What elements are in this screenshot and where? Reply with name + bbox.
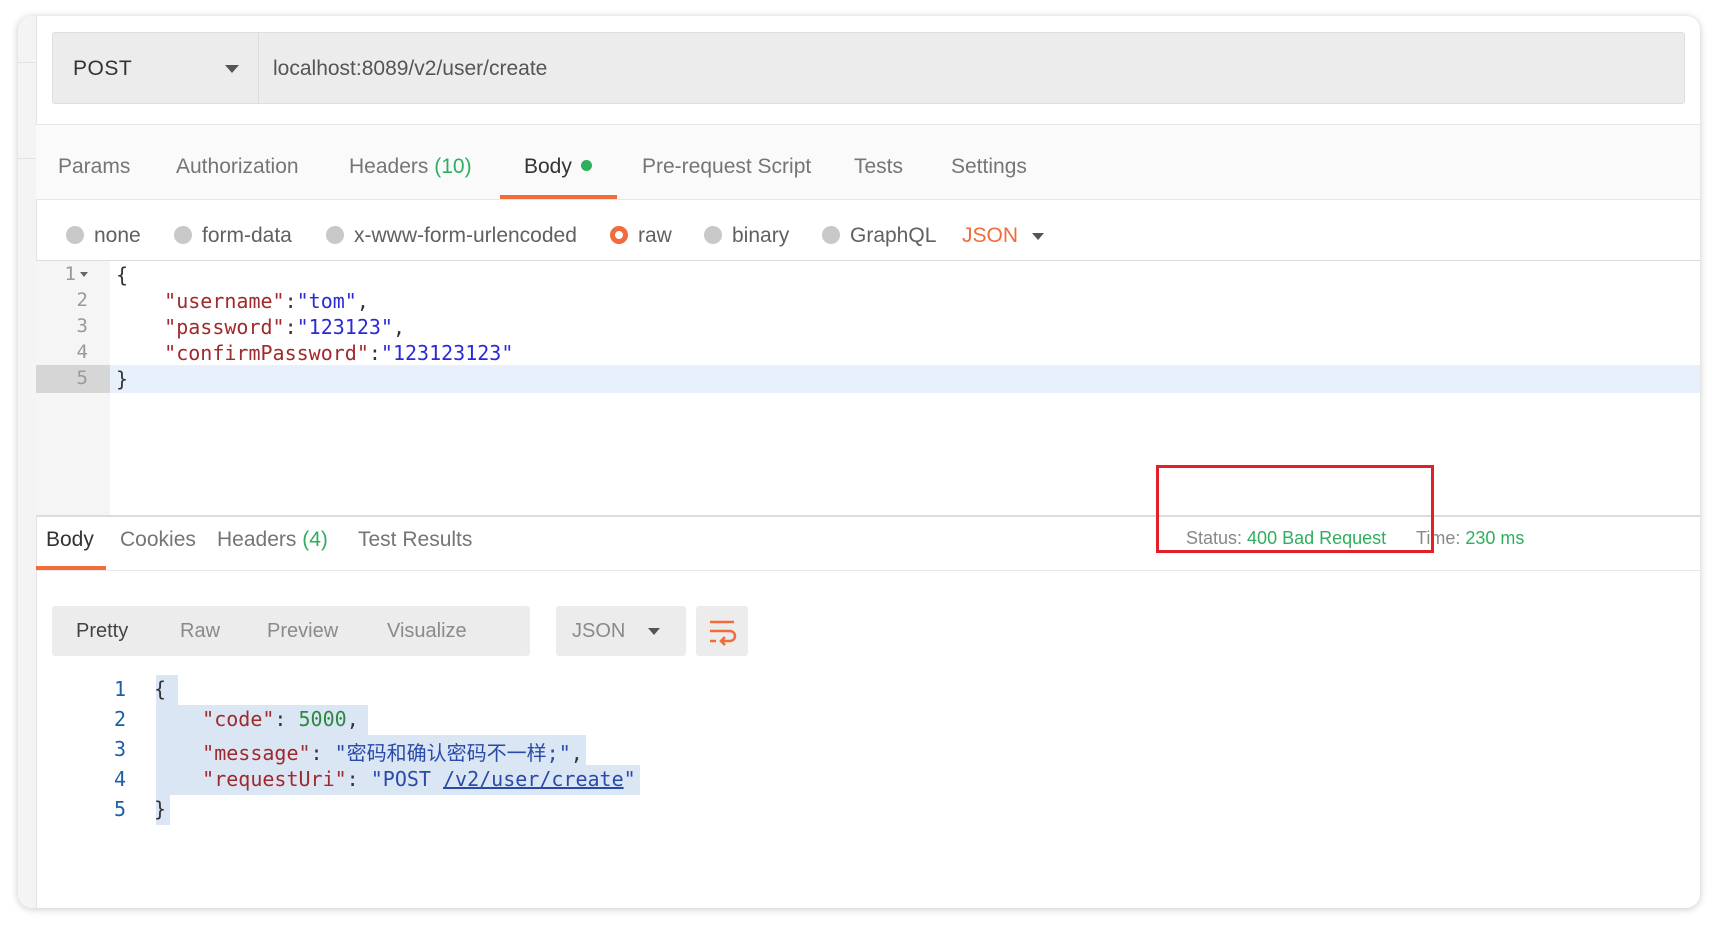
response-line: 4 "requestUri": "POST /v2/user/create"	[36, 765, 736, 795]
request-panel: POST Params Authorization Headers (10) B…	[36, 16, 1700, 908]
tab-body-label: Body	[524, 155, 572, 178]
tab-response-headers[interactable]: Headers (4)	[217, 528, 328, 552]
tab-test-results[interactable]: Test Results	[358, 528, 472, 552]
method-select[interactable]: POST	[53, 33, 259, 103]
tab-response-headers-count: (4)	[302, 528, 328, 551]
tab-body[interactable]: Body	[524, 155, 592, 179]
tab-response-body[interactable]: Body	[46, 528, 94, 552]
left-sidebar-strip	[18, 16, 37, 908]
body-format-select[interactable]: JSON	[962, 224, 1018, 248]
radio-circle-selected	[610, 226, 628, 244]
tab-headers-label: Headers	[349, 155, 429, 178]
url-input[interactable]	[273, 55, 1653, 83]
line-number: 2	[76, 289, 88, 311]
url-bar: POST	[52, 32, 1685, 104]
view-raw-button[interactable]: Raw	[180, 620, 220, 643]
code-line: 2 "username":"tom",	[36, 287, 1700, 315]
radio-label: binary	[732, 224, 790, 247]
request-tabs: Params Authorization Headers (10) Body P…	[36, 124, 1700, 200]
radio-none[interactable]: none	[66, 224, 141, 248]
view-pretty-button[interactable]: Pretty	[76, 620, 128, 643]
radio-graphql[interactable]: GraphQL	[822, 224, 936, 248]
response-tabs: Body Cookies Headers (4) Test Results St…	[36, 516, 1700, 571]
radio-circle	[326, 226, 344, 244]
tab-headers-count: (10)	[434, 155, 472, 178]
app-window: POST Params Authorization Headers (10) B…	[18, 16, 1700, 908]
code-text: "confirmPassword":"123123123"	[164, 341, 514, 365]
response-view-modes: Pretty Raw Preview Visualize	[52, 606, 530, 656]
response-format-label: JSON	[572, 620, 626, 642]
response-line: 3 "message": "密码和确认密码不一样;",	[36, 735, 736, 765]
code-text: "message": "密码和确认密码不一样;",	[202, 741, 583, 765]
radio-binary[interactable]: binary	[704, 224, 789, 248]
code-text: "requestUri": "POST /v2/user/create"	[202, 767, 636, 791]
response-line: 2 "code": 5000,	[36, 705, 736, 735]
view-preview-button[interactable]: Preview	[267, 620, 338, 643]
line-number: 3	[113, 737, 126, 761]
code-text: }	[154, 797, 167, 821]
code-text: {	[154, 677, 167, 701]
code-line: 1 {	[36, 261, 1700, 289]
chevron-down-icon	[648, 628, 660, 635]
radio-label: GraphQL	[850, 224, 937, 247]
active-response-tab-underline	[36, 566, 106, 570]
wrap-lines-button[interactable]	[696, 606, 748, 656]
radio-circle	[704, 226, 722, 244]
code-line: 4 "confirmPassword":"123123123"	[36, 339, 1700, 367]
tab-authorization[interactable]: Authorization	[176, 155, 299, 179]
radio-form-data[interactable]: form-data	[174, 224, 292, 248]
code-text: }	[116, 367, 129, 391]
line-number: 5	[76, 367, 88, 389]
active-tab-underline	[500, 195, 617, 199]
chevron-down-icon[interactable]	[1032, 233, 1044, 240]
line-number: 2	[113, 707, 126, 731]
code-text: "code": 5000,	[202, 707, 359, 731]
wrap-lines-icon	[710, 620, 737, 646]
body-modified-dot	[580, 160, 592, 171]
line-number: 5	[113, 797, 126, 821]
chevron-down-icon	[225, 65, 239, 73]
tab-pre-request-script[interactable]: Pre-request Script	[642, 155, 811, 179]
tab-cookies[interactable]: Cookies	[120, 528, 196, 552]
tab-headers[interactable]: Headers (10)	[349, 155, 472, 179]
radio-label: form-data	[202, 224, 292, 247]
radio-label: raw	[638, 224, 672, 247]
view-visualize-button[interactable]: Visualize	[387, 620, 467, 643]
line-number: 4	[113, 767, 126, 791]
code-line-current: 5 }	[36, 365, 1700, 393]
tab-tests[interactable]: Tests	[854, 155, 903, 179]
response-line: 5 }	[36, 795, 736, 825]
line-number: 1	[36, 263, 88, 285]
line-number: 4	[76, 341, 88, 363]
code-text: {	[116, 263, 129, 287]
response-line: 1 {	[36, 675, 736, 705]
highlight-annotation-box	[1156, 465, 1434, 553]
line-number: 1	[113, 677, 126, 701]
tab-settings[interactable]: Settings	[951, 155, 1027, 179]
request-body-editor[interactable]: 1 { 2 "username":"tom", 3 "password":"12…	[36, 260, 1700, 517]
radio-label: x-www-form-urlencoded	[354, 224, 577, 247]
code-text: "password":"123123",	[164, 315, 406, 339]
response-format-select[interactable]: JSON	[556, 606, 686, 656]
request-uri-link[interactable]: /v2/user/create	[443, 767, 624, 791]
time-value[interactable]: 230 ms	[1465, 528, 1524, 548]
radio-circle	[66, 226, 84, 244]
tab-params[interactable]: Params	[58, 155, 130, 179]
fold-arrow-icon[interactable]	[80, 272, 88, 277]
code-line: 3 "password":"123123",	[36, 313, 1700, 341]
line-number: 3	[76, 315, 88, 337]
radio-x-www-form-urlencoded[interactable]: x-www-form-urlencoded	[326, 224, 577, 248]
radio-circle	[174, 226, 192, 244]
tab-response-headers-label: Headers	[217, 528, 297, 551]
radio-label: none	[94, 224, 141, 247]
body-type-row: none form-data x-www-form-urlencoded raw…	[36, 200, 1700, 262]
radio-raw[interactable]: raw	[610, 224, 672, 248]
code-text: "username":"tom",	[164, 289, 369, 313]
method-label: POST	[73, 57, 133, 80]
radio-circle	[822, 226, 840, 244]
